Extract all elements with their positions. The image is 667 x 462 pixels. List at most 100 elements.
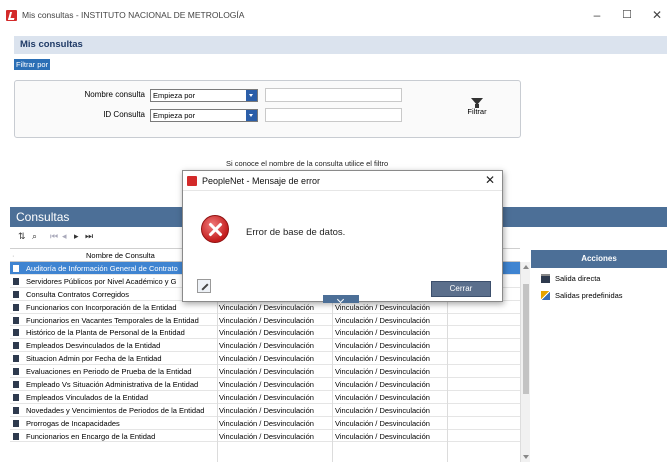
table-cell: Vinculación / Desvinculación: [335, 315, 430, 325]
tools-icon: [541, 291, 550, 300]
table-cell: Funcionarios en Vacantes Temporales de l…: [26, 315, 199, 325]
table-cell: Histórico de la Planta de Personal de la…: [26, 328, 185, 338]
query-document-icon: [13, 342, 19, 350]
scroll-thumb[interactable]: [523, 284, 529, 394]
query-document-icon: [13, 316, 19, 324]
table-cell: Empleados Vinculados de la Entidad: [26, 392, 149, 402]
id-consulta-input[interactable]: [265, 108, 402, 122]
table-cell: Situacion Admin por Fecha de la Entidad: [26, 354, 162, 364]
table-cell: Vinculación / Desvinculación: [219, 341, 314, 351]
salidas-predefinidas-action[interactable]: Salidas predefinidas: [541, 291, 623, 300]
table-row[interactable]: Funcionarios con Incorporación de la Ent…: [10, 301, 520, 314]
table-row[interactable]: Prorrogas de Incapacidades Vinculación / …: [10, 417, 520, 430]
table-cell: Vinculación / Desvinculación: [335, 418, 430, 428]
table-cell: Vinculación / Desvinculación: [219, 315, 314, 325]
dialog-close-icon[interactable]: ✕: [485, 173, 495, 187]
chevron-down-icon[interactable]: [246, 90, 257, 101]
close-window-button[interactable]: ✕: [650, 8, 664, 22]
table-cell: Vinculación / Desvinculación: [335, 392, 430, 402]
expand-details-button[interactable]: [323, 295, 359, 303]
query-document-icon: [13, 277, 19, 285]
id-consulta-label: ID Consulta: [103, 110, 145, 119]
filtrar-label: Filtrar: [467, 107, 487, 116]
table-cell: Vinculación / Desvinculación: [219, 392, 314, 402]
query-document-icon: [13, 265, 19, 272]
cerrar-button[interactable]: Cerrar: [431, 281, 491, 297]
table-cell: Vinculación / Desvinculación: [335, 380, 430, 390]
query-document-icon: [13, 432, 19, 440]
dialog-title: PeopleNet - Mensaje de error: [202, 176, 321, 186]
error-message: Error de base de datos.: [246, 227, 346, 238]
query-document-icon: [13, 368, 19, 376]
table-row[interactable]: Funcionarios en Vacantes Temporales de l…: [10, 314, 520, 327]
acciones-header: Acciones: [531, 250, 667, 268]
filter-funnel-icon: [471, 98, 483, 108]
maximize-button[interactable]: ☐: [620, 8, 634, 21]
nombre-consulta-input[interactable]: [265, 88, 402, 102]
first-page-icon[interactable]: ⏮: [50, 231, 58, 242]
sort-icon[interactable]: ⇅: [18, 231, 26, 242]
query-document-icon: [13, 419, 19, 427]
page-header: Mis consultas: [14, 36, 667, 54]
table-cell: Vinculación / Desvinculación: [335, 341, 430, 351]
table-cell: Vinculación / Desvinculación: [219, 328, 314, 338]
table-row[interactable]: Funcionarios en Encargo de la Entidad Vin…: [10, 430, 520, 443]
table-cell: Vinculación / Desvinculación: [219, 367, 314, 377]
query-document-icon: [13, 329, 19, 337]
table-row[interactable]: Empleados Vinculados de la Entidad Vincul…: [10, 391, 520, 404]
query-document-icon: [13, 393, 19, 401]
table-cell: Empleado Vs Situación Administrativa de …: [26, 380, 199, 390]
minimize-button[interactable]: –: [590, 8, 604, 22]
salida-directa-action[interactable]: Salida directa: [541, 274, 600, 283]
table-cell: Vinculación / Desvinculación: [335, 367, 430, 377]
last-page-icon[interactable]: ⏭: [85, 231, 93, 242]
table-row[interactable]: Empleado Vs Situación Administrativa de …: [10, 378, 520, 391]
query-document-icon: [13, 381, 19, 389]
error-icon: [201, 215, 229, 243]
app-logo-icon: [6, 10, 17, 21]
column-header-nombre[interactable]: Nombre de Consulta: [86, 251, 155, 260]
row-indicator-icon: ·: [12, 251, 15, 260]
document-icon: [541, 274, 550, 283]
table-row[interactable]: Situacion Admin por Fecha de la Entidad V…: [10, 352, 520, 366]
table-row[interactable]: Novedades y Vencimientos de Periodos de …: [10, 404, 520, 417]
table-row[interactable]: Empleados Desvinculados de la Entidad Vin…: [10, 339, 520, 353]
next-page-icon[interactable]: ▸: [74, 231, 79, 242]
dialog-titlebar: PeopleNet - Mensaje de error ✕: [183, 171, 502, 191]
chevron-down-icon[interactable]: [246, 110, 257, 121]
table-cell: Vinculación / Desvinculación: [219, 302, 314, 312]
grid-scrollbar[interactable]: [520, 262, 530, 462]
scroll-up-icon[interactable]: [523, 265, 529, 269]
table-cell: Vinculación / Desvinculación: [219, 354, 314, 364]
prev-page-icon[interactable]: ◂: [62, 231, 67, 242]
filtrar-button[interactable]: Filtrar: [462, 98, 492, 116]
table-cell: Vinculación / Desvinculación: [335, 328, 430, 338]
query-document-icon: [13, 303, 19, 311]
salida-directa-label: Salida directa: [555, 274, 601, 283]
table-cell: Empleados Desvinculados de la Entidad: [26, 341, 161, 351]
scroll-down-icon[interactable]: [523, 455, 529, 459]
salidas-predefinidas-label: Salidas predefinidas: [555, 291, 623, 300]
query-document-icon: [13, 355, 19, 363]
table-cell: Funcionarios con Incorporación de la Ent…: [26, 302, 177, 312]
table-row[interactable]: Histórico de la Planta de Personal de la…: [10, 326, 520, 340]
peoplenet-logo-icon: [187, 176, 197, 186]
id-operator-select[interactable]: Empieza por: [150, 109, 258, 122]
query-document-icon: [13, 406, 19, 414]
id-operator-value: Empieza por: [153, 111, 196, 120]
nombre-operator-value: Empieza por: [153, 91, 196, 100]
table-cell: Novedades y Vencimientos de Periodos de …: [26, 405, 205, 415]
nombre-consulta-label: Nombre consulta: [84, 90, 145, 99]
error-dialog: PeopleNet - Mensaje de error ✕ Error de …: [182, 170, 503, 303]
filter-tab[interactable]: Filtrar por: [14, 59, 51, 70]
find-icon[interactable]: ⌕: [32, 231, 37, 242]
window-titlebar: Mis consultas - INSTITUTO NACIONAL DE ME…: [0, 0, 667, 34]
table-cell: Prorrogas de Incapacidades: [26, 418, 120, 428]
wrench-icon[interactable]: [197, 279, 211, 293]
filter-hint: Si conoce el nombre de la consulta utili…: [226, 159, 389, 168]
consultas-title: Consultas: [16, 210, 70, 224]
table-row[interactable]: Evaluaciones en Periodo de Prueba de la …: [10, 365, 520, 379]
window-title: Mis consultas - INSTITUTO NACIONAL DE ME…: [22, 10, 245, 20]
nombre-operator-select[interactable]: Empieza por: [150, 89, 258, 102]
table-cell: Funcionarios en Encargo de la Entidad: [26, 431, 156, 441]
